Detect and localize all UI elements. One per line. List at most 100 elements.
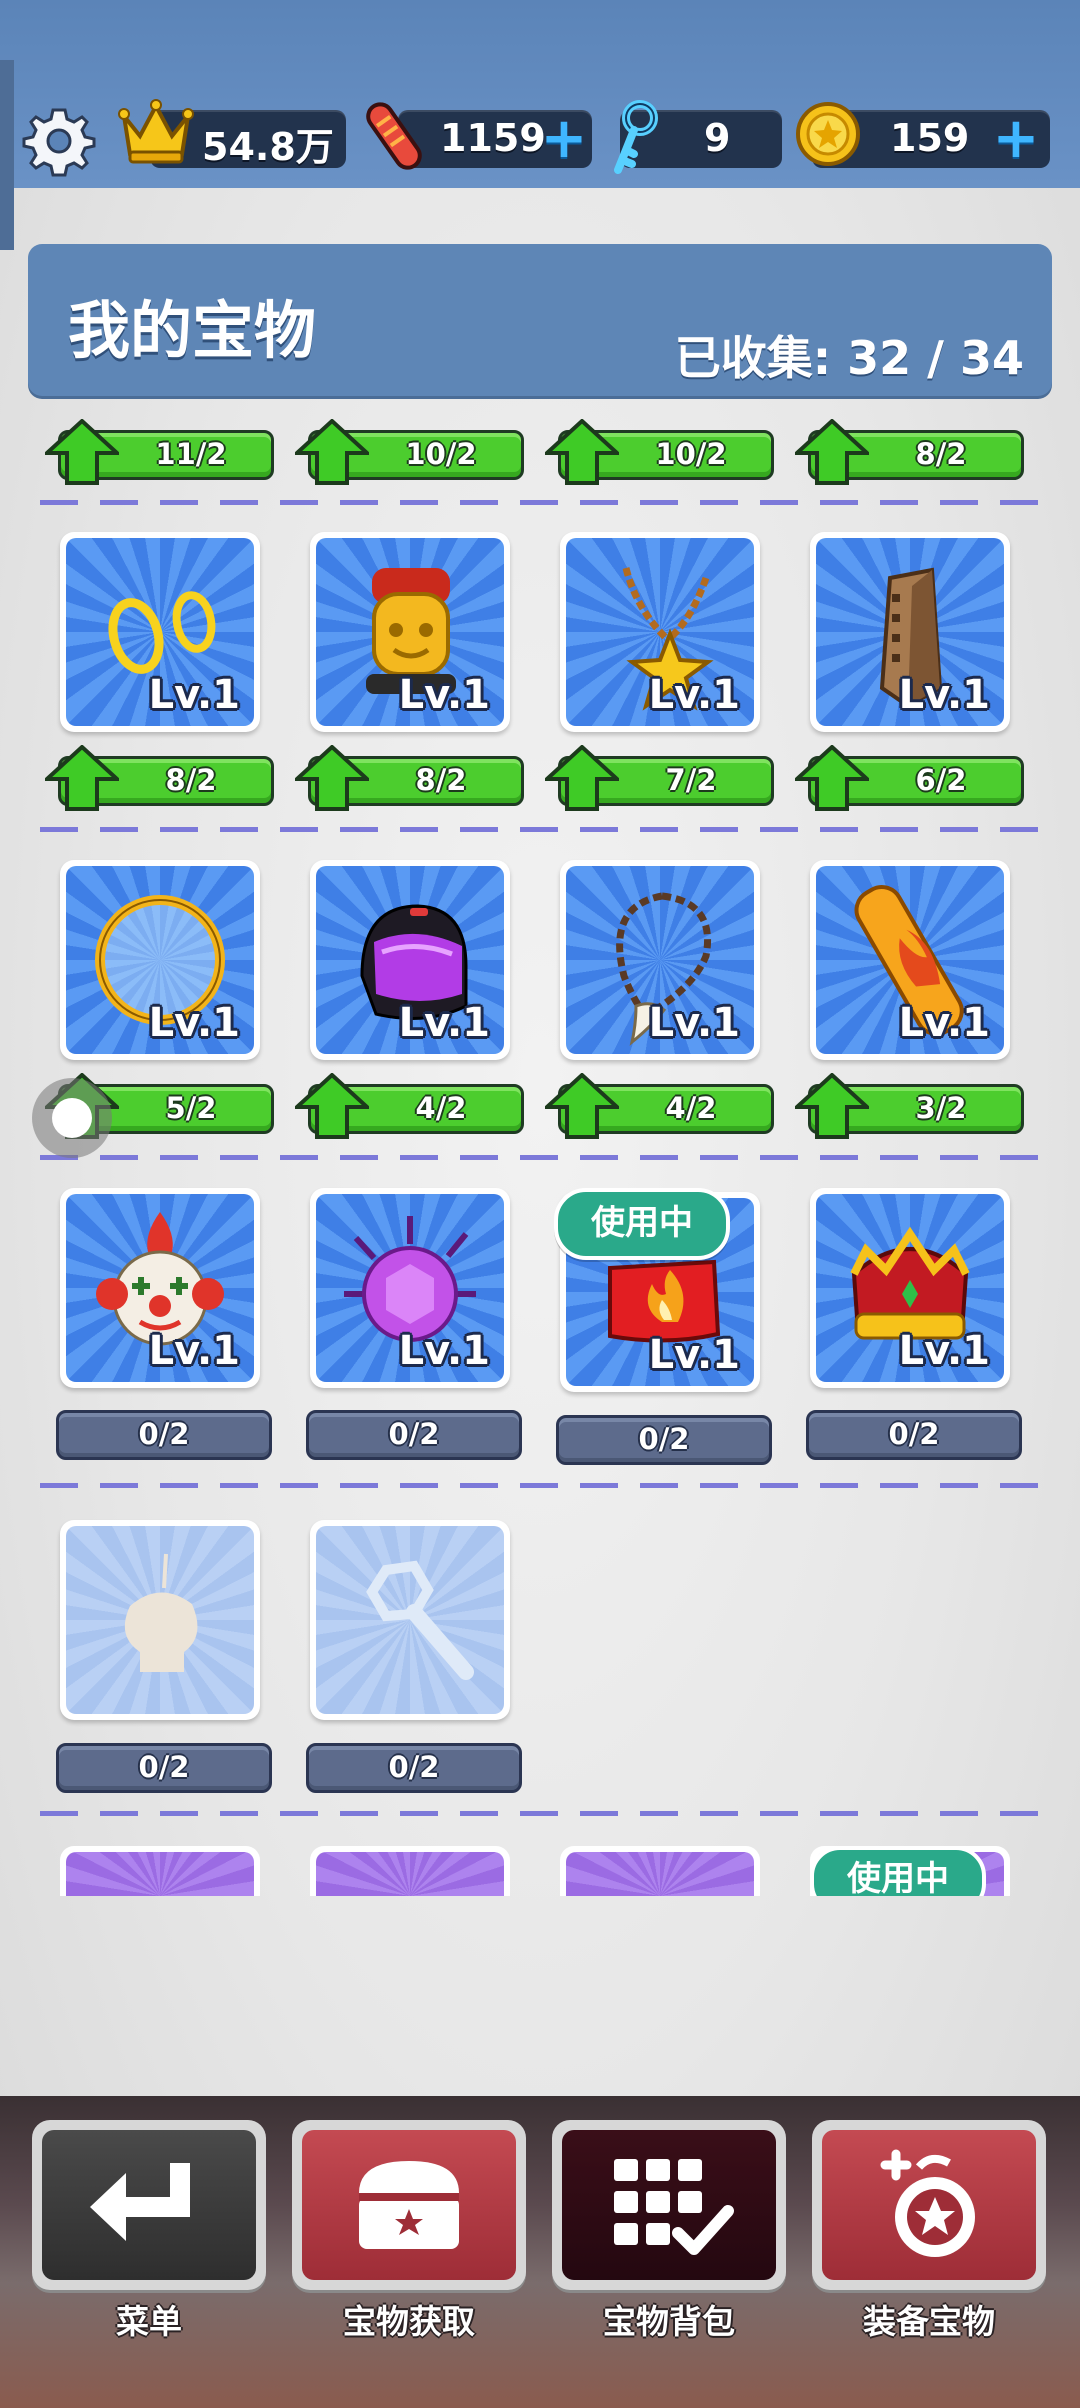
- bottom-navigation: [0, 2096, 1080, 2408]
- progress-text: 6/2: [915, 763, 967, 797]
- add-boards-button[interactable]: +: [536, 108, 592, 170]
- progress-text: 0/2: [638, 1422, 690, 1456]
- treasure-card-earrings[interactable]: Lv.1: [60, 532, 260, 732]
- score-value: 54.8万: [202, 125, 334, 169]
- level-label: Lv.1: [898, 1000, 990, 1046]
- touch-indicator: [32, 1078, 112, 1158]
- skull-silhouette-icon: [124, 1553, 198, 1672]
- treasure-card-tower[interactable]: Lv.1: [810, 532, 1010, 732]
- treasure-backpack-button[interactable]: [552, 2120, 786, 2290]
- upgrade-arrow-icon: [545, 419, 619, 485]
- upgrade-progress-bar[interactable]: 4/2: [545, 1073, 774, 1139]
- crown-icon: [118, 98, 194, 168]
- upgrade-arrow-icon: [295, 745, 369, 811]
- progress-text: 10/2: [655, 437, 727, 471]
- level-label: Lv.1: [398, 672, 490, 718]
- collected-value: 32 / 34: [847, 331, 1024, 385]
- hoverboard-icon: [358, 98, 430, 174]
- row-divider: [40, 500, 1040, 505]
- level-label: Lv.1: [148, 672, 240, 718]
- top-resource-bar: 54.8万 1159 + 9 159 +: [0, 0, 1080, 250]
- progress-text: 0/2: [888, 1417, 940, 1451]
- treasure-card-partial[interactable]: [560, 1846, 760, 1896]
- row-divider: [40, 827, 1040, 832]
- progress-text: 8/2: [415, 763, 467, 797]
- progress-text: 4/2: [415, 1091, 467, 1125]
- menu-button[interactable]: [32, 2120, 266, 2290]
- treasure-card-golden-bust[interactable]: Lv.1: [310, 532, 510, 732]
- progress-text: 8/2: [165, 763, 217, 797]
- row-divider: [40, 1483, 1040, 1488]
- progress-text: 10/2: [405, 437, 477, 471]
- level-label: Lv.1: [648, 1332, 740, 1378]
- upgrade-progress-bar[interactable]: 11/2: [45, 419, 274, 485]
- upgrade-progress-bar[interactable]: 6/2: [795, 745, 1024, 811]
- upgrade-arrow-icon: [45, 419, 119, 485]
- treasure-card-partial[interactable]: 使用中: [810, 1846, 1010, 1896]
- upgrade-arrow-icon: [545, 1073, 619, 1139]
- upgrade-progress-bar[interactable]: 8/2: [295, 745, 524, 811]
- wrench-silhouette-icon: [366, 1560, 474, 1680]
- collection-progress-bar: 0/2: [56, 1743, 272, 1793]
- upgrade-progress-bar[interactable]: 10/2: [545, 419, 774, 485]
- progress-text: 0/2: [138, 1750, 190, 1784]
- add-coins-button[interactable]: +: [988, 108, 1044, 170]
- in-use-badge: 使用中: [554, 1188, 730, 1260]
- collected-label: 已收集:: [674, 331, 832, 385]
- coin-icon: [794, 100, 862, 168]
- gear-icon[interactable]: [22, 104, 96, 178]
- upgrade-progress-bar[interactable]: 4/2: [295, 1073, 524, 1139]
- progress-text: 3/2: [915, 1091, 967, 1125]
- treasure-card-tooth-necklace[interactable]: Lv.1: [560, 860, 760, 1060]
- progress-text: 11/2: [155, 437, 227, 471]
- treasure-card-star-necklace[interactable]: Lv.1: [560, 532, 760, 732]
- progress-text: 0/2: [388, 1750, 440, 1784]
- upgrade-arrow-icon: [795, 745, 869, 811]
- level-label: Lv.1: [398, 1000, 490, 1046]
- treasure-card-wrench-locked[interactable]: [310, 1520, 510, 1720]
- grid-check-icon: [614, 2159, 734, 2255]
- level-label: Lv.1: [648, 672, 740, 718]
- treasure-card-helmet[interactable]: Lv.1: [310, 860, 510, 1060]
- left-edge-decoration: [0, 60, 14, 250]
- upgrade-progress-bar[interactable]: 8/2: [795, 419, 1024, 485]
- treasure-card-skull-locked[interactable]: [60, 1520, 260, 1720]
- collected-count: 已收集: 32 / 34: [675, 322, 1024, 388]
- progress-text: 4/2: [665, 1091, 717, 1125]
- upgrade-progress-bar[interactable]: 7/2: [545, 745, 774, 811]
- return-arrow-icon: [90, 2163, 190, 2241]
- in-use-badge: 使用中: [810, 1846, 986, 1896]
- progress-text: 5/2: [165, 1091, 217, 1125]
- treasure-card-partial[interactable]: [310, 1846, 510, 1896]
- collection-progress-bar: 0/2: [56, 1410, 272, 1460]
- progress-text: 0/2: [388, 1417, 440, 1451]
- treasure-card-halo[interactable]: Lv.1: [60, 860, 260, 1060]
- obtain-treasure-button[interactable]: [292, 2120, 526, 2290]
- treasure-card-clown[interactable]: Lv.1: [60, 1188, 260, 1388]
- upgrade-progress-bar[interactable]: 8/2: [45, 745, 274, 811]
- upgrade-arrow-icon: [795, 419, 869, 485]
- level-label: Lv.1: [648, 1000, 740, 1046]
- menu-button-label: 菜单: [116, 2302, 182, 2341]
- board-value: 1159: [440, 116, 546, 160]
- equip-treasure-label: 装备宝物: [863, 2302, 995, 2341]
- page-title: 我的宝物: [68, 294, 317, 367]
- collection-progress-bar: 0/2: [306, 1410, 522, 1460]
- treasure-card-purple-gem[interactable]: Lv.1: [310, 1188, 510, 1388]
- treasure-card-fire-hat[interactable]: 使用中 Lv.1: [554, 1188, 760, 1392]
- upgrade-progress-bar[interactable]: 3/2: [795, 1073, 1024, 1139]
- equip-treasure-button[interactable]: [812, 2120, 1046, 2290]
- coin-value: 159: [890, 116, 970, 160]
- treasure-card-crown[interactable]: Lv.1: [810, 1188, 1010, 1388]
- level-label: Lv.1: [148, 1328, 240, 1374]
- upgrade-arrow-icon: [795, 1073, 869, 1139]
- collection-progress-bar: 0/2: [306, 1743, 522, 1793]
- obtain-treasure-label: 宝物获取: [343, 2302, 475, 2341]
- level-label: Lv.1: [398, 1328, 490, 1374]
- key-value: 9: [704, 116, 731, 160]
- treasure-card-flame-board[interactable]: Lv.1: [810, 860, 1010, 1060]
- treasure-card-partial[interactable]: [60, 1846, 260, 1896]
- level-label: Lv.1: [898, 672, 990, 718]
- upgrade-progress-bar[interactable]: 10/2: [295, 419, 524, 485]
- upgrade-arrow-icon: [295, 1073, 369, 1139]
